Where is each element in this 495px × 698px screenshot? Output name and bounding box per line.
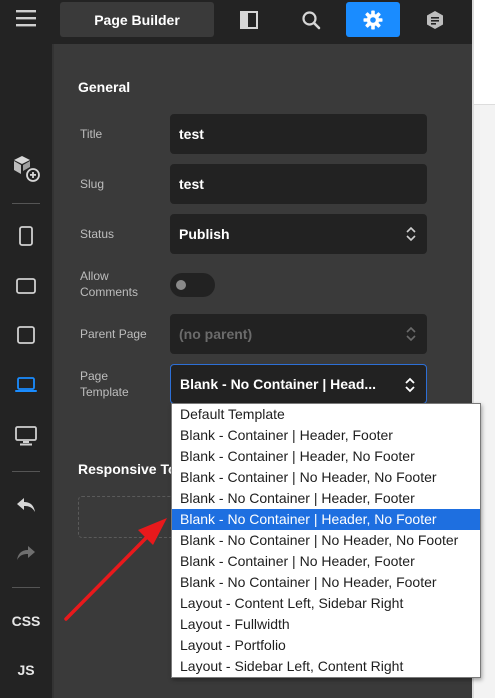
panel-topbar: Page Builder (52, 0, 472, 44)
template-option[interactable]: Blank - Container | No Header, Footer (172, 551, 480, 572)
template-option[interactable]: Blank - Container | Header, No Footer (172, 446, 480, 467)
page-builder-tab[interactable]: Page Builder (60, 2, 214, 37)
phone-view-icon[interactable] (0, 218, 52, 254)
status-select[interactable]: Publish (170, 214, 427, 254)
allow-comments-label-line2: Comments (80, 285, 139, 299)
template-option[interactable]: Blank - No Container | No Header, Footer (172, 572, 480, 593)
desktop-view-icon[interactable] (0, 418, 52, 454)
left-toolbar: CSS JS (0, 0, 52, 698)
add-block-icon[interactable] (0, 150, 52, 186)
title-input[interactable]: test (170, 114, 427, 154)
responsive-heading: Responsive To (78, 461, 177, 477)
laptop-view-icon[interactable] (0, 367, 52, 403)
title-label: Title (80, 127, 103, 141)
template-option[interactable]: Blank - Container | Header, Footer (172, 425, 480, 446)
template-option-selected[interactable]: Blank - No Container | Header, No Footer (172, 509, 480, 530)
template-option[interactable]: Default Template (172, 404, 480, 425)
general-heading: General (78, 79, 131, 95)
template-option[interactable]: Layout - Fullwidth (172, 614, 480, 635)
search-icon[interactable] (284, 2, 338, 37)
select-chevron-icon (406, 226, 416, 242)
allow-comments-label: Allow Comments (80, 268, 138, 300)
template-option[interactable]: Layout - Content Left, Sidebar Right (172, 593, 480, 614)
toggle-knob (176, 280, 186, 290)
parent-page-select[interactable]: (no parent) (170, 314, 427, 354)
allow-comments-label-line1: Allow (80, 269, 109, 283)
css-label: CSS (11, 613, 41, 629)
template-option[interactable]: Layout - Portfolio (172, 635, 480, 656)
page-template-dropdown[interactable]: Default Template Blank - Container | Hea… (171, 403, 481, 678)
responsive-add-area[interactable] (78, 496, 178, 538)
page-template-label-line2: Template (80, 385, 129, 399)
template-option[interactable]: Blank - Container | No Header, No Footer (172, 467, 480, 488)
page-template-value: Blank - No Container | Head... (180, 376, 377, 392)
parent-page-label: Parent Page (80, 327, 147, 341)
status-value: Publish (179, 226, 230, 242)
parent-page-value: (no parent) (179, 326, 253, 342)
tablet-view-icon[interactable] (0, 317, 52, 353)
css-button[interactable]: CSS (0, 603, 52, 639)
js-button[interactable]: JS (0, 652, 52, 688)
page-canvas-top (472, 0, 495, 105)
layout-panel-icon[interactable] (222, 2, 276, 37)
status-label: Status (80, 227, 115, 241)
slug-label: Slug (80, 177, 105, 191)
template-option[interactable]: Layout - Sidebar Left, Content Right (172, 656, 480, 677)
page-template-label: Page Template (80, 368, 129, 400)
template-option[interactable]: Blank - No Container | No Header, No Foo… (172, 530, 480, 551)
allow-comments-toggle[interactable] (170, 273, 215, 297)
page-template-select[interactable]: Blank - No Container | Head... (170, 364, 427, 404)
menu-icon[interactable] (0, 0, 52, 36)
page-template-label-line1: Page (80, 369, 109, 383)
select-chevron-icon (405, 377, 415, 393)
undo-icon[interactable] (0, 487, 52, 523)
gear-icon[interactable] (346, 2, 400, 37)
select-chevron-icon (406, 326, 416, 342)
redo-icon[interactable] (0, 535, 52, 571)
slug-input[interactable]: test (170, 164, 427, 204)
wordpress-icon[interactable] (408, 2, 462, 37)
template-option[interactable]: Blank - No Container | Header, Footer (172, 488, 480, 509)
tablet-landscape-icon[interactable] (0, 268, 52, 304)
js-label: JS (17, 662, 35, 678)
